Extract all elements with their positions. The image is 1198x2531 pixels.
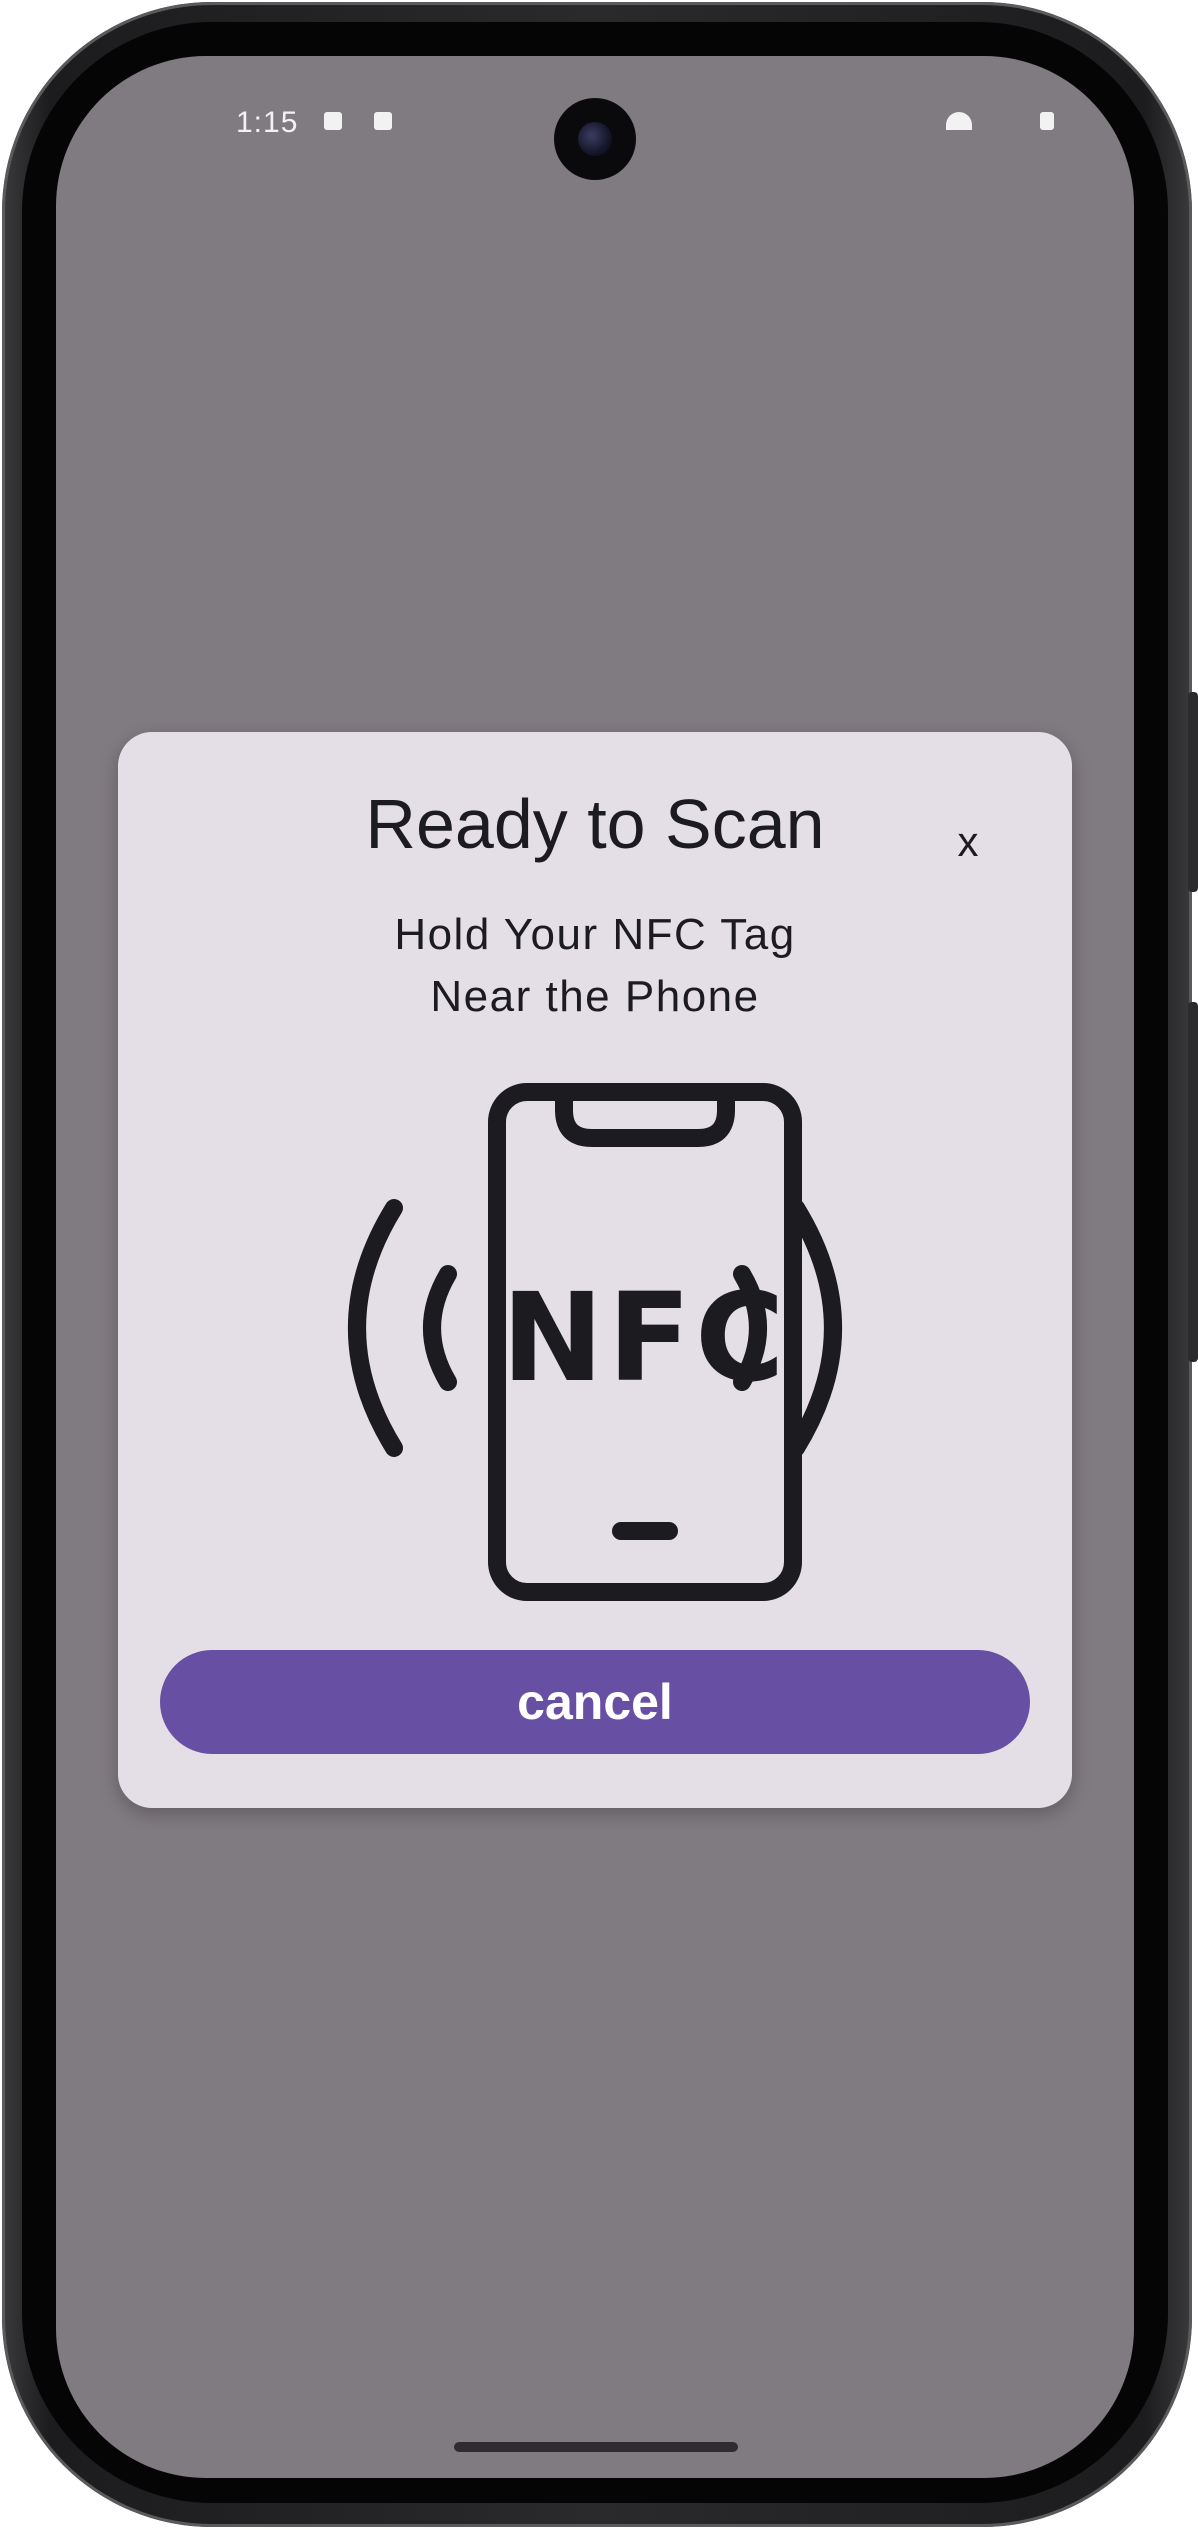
- device-frame: 1:15 Ready to Scan x Hold Your NFC Tag N…: [0, 0, 1198, 2531]
- notification-icon: [324, 112, 342, 130]
- status-time: 1:15: [236, 106, 299, 139]
- dialog-title: Ready to Scan: [365, 785, 825, 863]
- subtitle-line-2: Near the Phone: [430, 972, 760, 1021]
- power-button: [1188, 692, 1198, 892]
- nfc-phone-icon: NFC: [348, 1083, 842, 1601]
- volume-button: [1188, 1002, 1198, 1362]
- subtitle-line-1: Hold Your NFC Tag: [394, 910, 796, 959]
- front-camera: [554, 98, 636, 180]
- nfc-scan-dialog: Ready to Scan x Hold Your NFC Tag Near t…: [118, 732, 1072, 1808]
- close-button[interactable]: x: [938, 812, 998, 872]
- cancel-button[interactable]: cancel: [160, 1650, 1030, 1754]
- home-indicator[interactable]: [454, 2442, 738, 2452]
- screen: 1:15 Ready to Scan x Hold Your NFC Tag N…: [56, 56, 1134, 2478]
- wifi-icon: [946, 112, 972, 130]
- dialog-subtitle: Hold Your NFC Tag Near the Phone: [118, 904, 1072, 1028]
- sim-icon: [374, 112, 392, 130]
- battery-icon: [1040, 112, 1054, 130]
- nfc-illustration-text: NFC: [502, 1267, 789, 1409]
